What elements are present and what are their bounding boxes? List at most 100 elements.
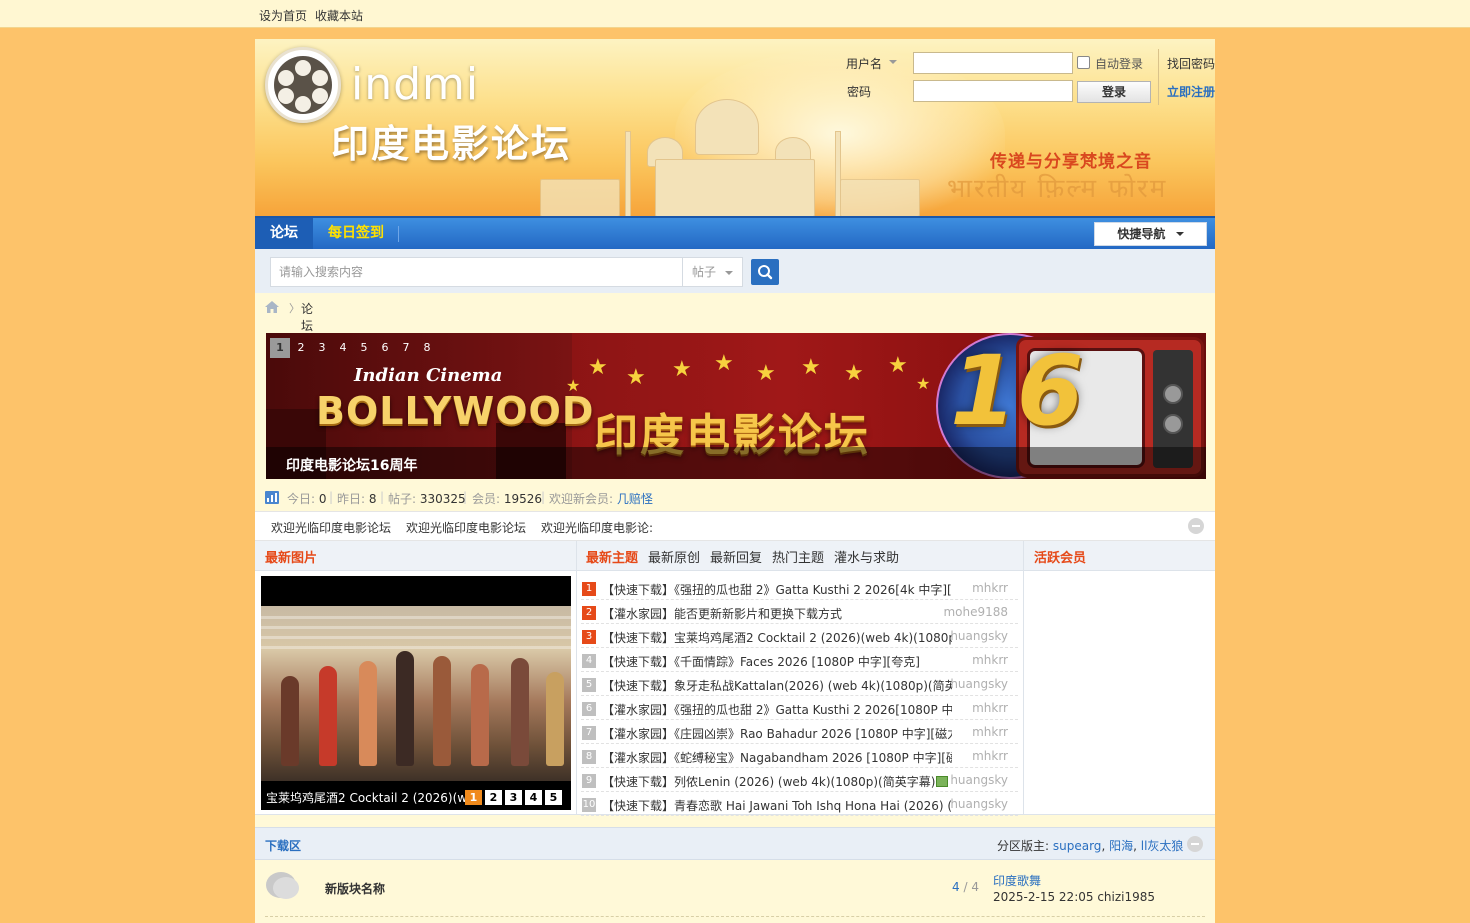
tab-latest-threads[interactable]: 最新主题 [586, 547, 638, 566]
tab-water-help[interactable]: 灌水与求助 [834, 547, 899, 566]
thread-row[interactable]: 10 【快速下载】青春恋歌 Hai Jawani Toh Ishq Hona H… [581, 792, 1018, 816]
banner-page-7[interactable]: 7 [396, 338, 416, 358]
search-bar: 请输入搜索内容 帖子 [255, 249, 1215, 293]
film-reel-logo-icon[interactable] [265, 47, 341, 123]
collapse-section-icon[interactable] [1187, 836, 1203, 852]
thread-author[interactable]: mhkrr [972, 581, 1008, 595]
photo-page-3[interactable]: 3 [505, 790, 522, 805]
collapse-announcement-icon[interactable] [1188, 518, 1204, 534]
newest-member-label: 欢迎新会员: [549, 492, 614, 506]
thread-author[interactable]: huangsky [950, 797, 1008, 811]
moderator-link[interactable]: 阳海 [1109, 839, 1133, 853]
bookmark-link[interactable]: 收藏本站 [315, 7, 363, 24]
nav-item-daily-signin[interactable]: 每日签到 [328, 218, 384, 249]
members-label: 会员: [472, 492, 501, 506]
thread-row[interactable]: 8 【灌水家园】《蛇缚秘宝》Nagabandham 2026 [1080P 中字… [581, 744, 1018, 768]
banner-page-2[interactable]: 2 [291, 338, 311, 358]
find-password-link[interactable]: 找回密码 [1167, 55, 1215, 72]
home-icon[interactable] [265, 301, 279, 313]
thread-row[interactable]: 1 【快速下载】《强扭的瓜也甜 2》Gatta Kusthi 2 2026[4k… [581, 576, 1018, 600]
thread-title[interactable]: 【快速下载】《千面情踪》Faces 2026 [1080P 中字][夸克] [602, 653, 952, 669]
photo-caption[interactable]: 宝莱坞鸡尾酒2 Cocktail 2 (2026)(web [266, 789, 482, 806]
thread-title[interactable]: 【快速下载】象牙走私战Kattalan(2026) (web 4k)(1080p… [602, 677, 952, 693]
announcement-item[interactable]: 欢迎光临印度电影论坛 [406, 519, 526, 536]
thread-author[interactable]: mhkrr [972, 701, 1008, 715]
thread-author[interactable]: huangsky [950, 677, 1008, 691]
tab-latest-photos[interactable]: 最新图片 [265, 547, 317, 566]
thread-title[interactable]: 【灌水家园】《庄园凶崇》Rao Bahadur 2026 [1080P 中字][… [602, 725, 952, 741]
banner-page-6[interactable]: 6 [375, 338, 395, 358]
quick-nav-button[interactable]: 快捷导航 [1094, 222, 1207, 246]
tab-latest-replies[interactable]: 最新回复 [710, 547, 762, 566]
thread-row[interactable]: 9 【快速下载】列侬Lenin (2026) (web 4k)(1080p)(简… [581, 768, 1018, 792]
thread-title[interactable]: 【快速下载】青春恋歌 Hai Jawani Toh Ishq Hona Hai … [602, 797, 952, 813]
top-bar: 设为首页 收藏本站 [0, 0, 1470, 28]
thread-author[interactable]: mhkrr [972, 725, 1008, 739]
breadcrumb-current[interactable]: 论坛 [301, 300, 313, 334]
banner-page-4[interactable]: 4 [333, 338, 353, 358]
star-icon: ★ [672, 357, 692, 382]
moderator-link[interactable]: ll灰太狼 [1141, 839, 1184, 853]
thread-row[interactable]: 3 【快速下载】宝莱坞鸡尾酒2 Cocktail 2 (2026)(web 4k… [581, 624, 1018, 648]
photo-page-2[interactable]: 2 [485, 790, 502, 805]
tab-latest-original[interactable]: 最新原创 [648, 547, 700, 566]
banner-page-5[interactable]: 5 [354, 338, 374, 358]
thread-row[interactable]: 7 【灌水家园】《庄园凶崇》Rao Bahadur 2026 [1080P 中字… [581, 720, 1018, 744]
download-section-title[interactable]: 下载区 [265, 837, 301, 854]
forum-name[interactable]: 新版块名称 [325, 880, 385, 897]
newest-member-link[interactable]: 几赔怪 [617, 492, 653, 506]
set-homepage-link[interactable]: 设为首页 [259, 7, 307, 24]
thread-author[interactable]: huangsky [950, 773, 1008, 787]
tab-hot-threads[interactable]: 热门主题 [772, 547, 824, 566]
photo-page-4[interactable]: 4 [525, 790, 542, 805]
thread-title[interactable]: 【快速下载】《强扭的瓜也甜 2》Gatta Kusthi 2 2026[4k 中… [602, 581, 952, 597]
search-type-select[interactable]: 帖子 [682, 257, 743, 287]
nav-item-forum[interactable]: 论坛 [255, 218, 313, 249]
logo-wordmark[interactable]: indmi [351, 59, 479, 110]
register-link[interactable]: 立即注册 [1167, 83, 1215, 100]
thread-row[interactable]: 4 【快速下载】《千面情踪》Faces 2026 [1080P 中字][夸克] … [581, 648, 1018, 672]
thread-rank: 1 [582, 582, 596, 596]
banner-page-8[interactable]: 8 [417, 338, 437, 358]
thread-title[interactable]: 【灌水家园】能否更新新影片和更换下载方式 [602, 605, 952, 621]
members-count: 19526 [503, 492, 543, 506]
thread-rank: 10 [582, 798, 596, 812]
photo-page-1[interactable]: 1 [465, 790, 482, 805]
thread-author[interactable]: mohe9188 [943, 605, 1008, 619]
thread-author[interactable]: huangsky [950, 629, 1008, 643]
auto-login-label[interactable]: 自动登录 [1095, 55, 1143, 72]
logo-title[interactable]: 印度电影论坛 [331, 113, 571, 168]
thread-author[interactable]: mhkrr [972, 749, 1008, 763]
search-icon [758, 265, 773, 280]
banner-caption[interactable]: 印度电影论坛16周年 [286, 455, 417, 475]
moderator-link[interactable]: supearg [1053, 839, 1102, 853]
thread-author[interactable]: mhkrr [972, 653, 1008, 667]
today-count: 0 [318, 492, 327, 506]
latest-photo-slideshow[interactable]: 宝莱坞鸡尾酒2 Cocktail 2 (2026)(web 1 2 3 4 5 [261, 576, 571, 810]
forum-last-post-title[interactable]: 印度歌舞 [993, 872, 1041, 889]
photo-page-5[interactable]: 5 [545, 790, 562, 805]
password-field[interactable] [913, 80, 1073, 102]
slideshow-banner[interactable]: 1 2 3 4 5 6 7 8 Indian Cinema BOLLYWOOD … [266, 333, 1206, 479]
tab-active-members[interactable]: 活跃会员 [1034, 547, 1086, 566]
banner-page-1[interactable]: 1 [270, 338, 290, 358]
search-button[interactable] [751, 259, 779, 285]
search-input[interactable]: 请输入搜索内容 [270, 257, 683, 287]
auto-login-checkbox[interactable] [1077, 56, 1090, 69]
announcement-item[interactable]: 欢迎光临印度电影论: [541, 519, 653, 536]
login-button[interactable]: 登录 [1077, 81, 1151, 103]
thread-row[interactable]: 2 【灌水家园】能否更新新影片和更换下载方式 mohe9188 [581, 600, 1018, 624]
thread-title[interactable]: 【灌水家园】《蛇缚秘宝》Nagabandham 2026 [1080P 中字][… [602, 749, 952, 765]
thread-title[interactable]: 【快速下载】宝莱坞鸡尾酒2 Cocktail 2 (2026)(web 4k)(… [602, 629, 952, 645]
banner-page-3[interactable]: 3 [312, 338, 332, 358]
announcement-item[interactable]: 欢迎光临印度电影论坛 [271, 519, 391, 536]
thread-title[interactable]: 【快速下载】列侬Lenin (2026) (web 4k)(1080p)(简英字… [602, 775, 935, 789]
thread-rank: 4 [582, 654, 596, 668]
thread-row[interactable]: 6 【灌水家园】《强扭的瓜也甜 2》Gatta Kusthi 2 2026[10… [581, 696, 1018, 720]
thread-row[interactable]: 5 【快速下载】象牙走私战Kattalan(2026) (web 4k)(108… [581, 672, 1018, 696]
yesterday-label: 昨日: [337, 492, 366, 506]
username-field[interactable] [913, 52, 1073, 74]
thread-title[interactable]: 【灌水家园】《强扭的瓜也甜 2》Gatta Kusthi 2 2026[1080… [602, 701, 952, 717]
username-type-dropdown-icon[interactable] [889, 60, 897, 64]
main-content: 〉 论坛 1 2 3 4 5 6 7 8 Indian Cinema BOLLY… [255, 293, 1215, 923]
